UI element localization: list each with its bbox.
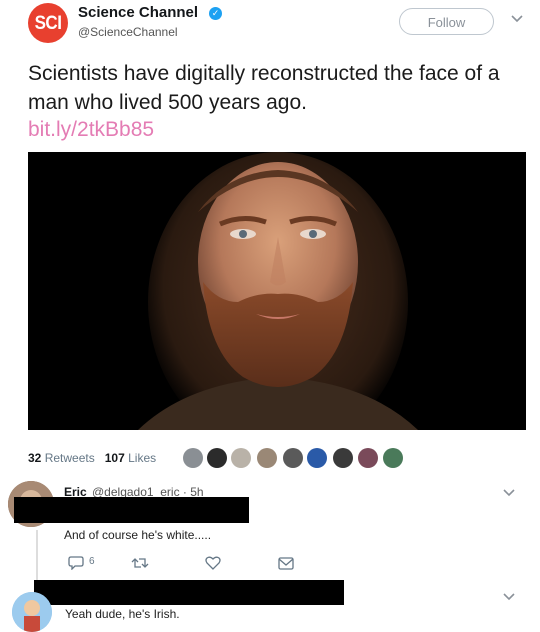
- chevron-down-icon[interactable]: [502, 488, 516, 498]
- retweets-count[interactable]: 32: [28, 451, 41, 465]
- avatar[interactable]: [12, 592, 52, 632]
- direct-message-icon[interactable]: [278, 556, 294, 570]
- reply-icon[interactable]: [68, 556, 84, 570]
- liker-avatar[interactable]: [257, 448, 277, 468]
- reconstructed-face-image: [28, 152, 526, 430]
- liker-avatar[interactable]: [283, 448, 303, 468]
- liker-avatar[interactable]: [307, 448, 327, 468]
- science-channel-logo[interactable]: SCI: [28, 3, 68, 43]
- reply-text: And of course he's white.....: [64, 528, 212, 542]
- tweet-text: Scientists have digitally reconstructed …: [28, 62, 500, 114]
- thread-line: [36, 530, 38, 585]
- account-handle[interactable]: @ScienceChannel: [78, 25, 178, 39]
- redaction-bar: [14, 497, 249, 523]
- chevron-down-icon[interactable]: [510, 14, 524, 24]
- retweet-icon[interactable]: [131, 556, 149, 570]
- reply-text: Yeah dude, he's Irish.: [65, 607, 180, 621]
- reply-count[interactable]: 6: [89, 556, 95, 567]
- liker-avatar[interactable]: [383, 448, 403, 468]
- liker-avatar[interactable]: [231, 448, 251, 468]
- redaction-bar: [34, 580, 344, 605]
- retweets-label[interactable]: Retweets: [45, 451, 95, 465]
- tweet-link[interactable]: bit.ly/2tkBb85: [28, 118, 154, 142]
- tweet-image[interactable]: [28, 152, 526, 430]
- liker-avatar[interactable]: [333, 448, 353, 468]
- likes-count[interactable]: 107: [105, 451, 125, 465]
- tweet-stats: 32 Retweets 107 Likes: [28, 451, 156, 465]
- account-name[interactable]: Science Channel: [78, 4, 198, 21]
- likes-label[interactable]: Likes: [128, 451, 156, 465]
- verified-badge-icon: ✓: [209, 7, 222, 20]
- liker-avatar[interactable]: [358, 448, 378, 468]
- liker-avatar[interactable]: [183, 448, 203, 468]
- follow-button[interactable]: Follow: [399, 8, 494, 35]
- liker-avatar[interactable]: [207, 448, 227, 468]
- chevron-down-icon[interactable]: [502, 592, 516, 602]
- like-heart-icon[interactable]: [205, 556, 221, 570]
